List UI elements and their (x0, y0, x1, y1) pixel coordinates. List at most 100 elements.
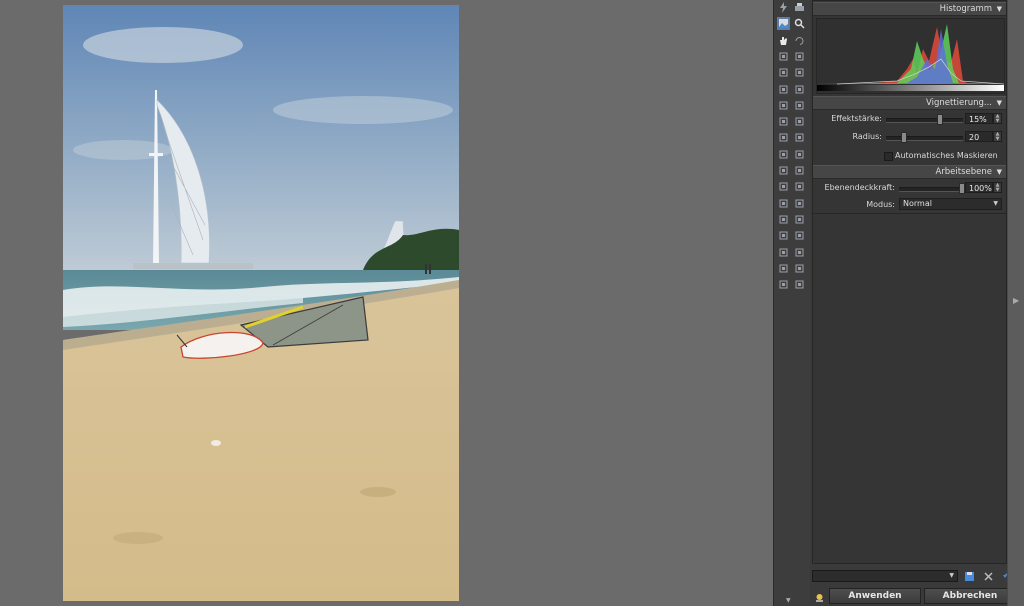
chevron-down-icon: ▼ (949, 572, 954, 579)
mode-select-value: Normal (903, 199, 932, 208)
grid-tool[interactable] (777, 50, 790, 63)
color-select-icon (795, 199, 804, 208)
lightning-icon (780, 2, 787, 13)
panel-collapse-strip[interactable]: ▶ (1007, 0, 1024, 606)
brush-tool[interactable] (777, 131, 790, 144)
brush-icon (779, 133, 788, 142)
section-divider (813, 213, 1006, 214)
mode-select[interactable]: Normal ▼ (899, 198, 1002, 210)
crop-tool[interactable] (793, 66, 806, 79)
frame-tool[interactable] (777, 83, 790, 96)
grid-icon (779, 52, 788, 61)
radius-label: Radius: (852, 132, 882, 141)
lightning-tool[interactable] (777, 1, 790, 14)
color-select-tool[interactable] (793, 197, 806, 210)
line-icon (779, 264, 788, 273)
gallery-tool[interactable] (793, 278, 806, 291)
rotate-tool[interactable] (793, 34, 806, 47)
zoom-tool[interactable] (793, 17, 806, 30)
histogram-header[interactable]: Histogramm ▼ (813, 2, 1006, 16)
lasso-tool[interactable] (777, 180, 790, 193)
print-icon (795, 3, 804, 11)
text-frame-tool[interactable] (793, 83, 806, 96)
hand-tool[interactable] (777, 34, 790, 47)
magic-wand-tool[interactable] (777, 213, 790, 226)
image-box-icon (795, 264, 804, 273)
dropper-tool[interactable] (793, 148, 806, 161)
eraser-icon (795, 117, 804, 126)
chevron-right-icon[interactable]: ▶ (1013, 296, 1019, 305)
pencil-tool[interactable] (777, 148, 790, 161)
box-tool[interactable] (777, 99, 790, 112)
clone-icon (779, 231, 788, 240)
beach-photo (63, 5, 459, 601)
cancel-button[interactable]: Abbrechen (924, 588, 1016, 604)
free-select-icon (779, 199, 788, 208)
side-panel: Histogramm ▼ Vignettierung... ▼ Effektst… (810, 0, 1007, 606)
pen-icon (795, 215, 804, 224)
auto-mask-label: Automatisches Maskieren (895, 151, 998, 160)
marquee-tool[interactable] (793, 164, 806, 177)
layers-tool[interactable] (777, 66, 790, 79)
vignette-header[interactable]: Vignettierung... ▼ (813, 96, 1006, 110)
apply-button[interactable]: Anwenden (829, 588, 921, 604)
chevron-down-icon[interactable]: ▼ (997, 166, 1002, 178)
strength-slider[interactable] (886, 118, 963, 123)
preview-toggle-button[interactable] (812, 590, 826, 604)
wand-tool[interactable] (793, 131, 806, 144)
strength-slider-thumb[interactable] (937, 114, 943, 125)
strength-input[interactable]: 15% (965, 113, 993, 124)
marquee-icon (795, 166, 804, 175)
strength-spinner[interactable]: ▲ ▼ (993, 113, 1002, 124)
film-tool[interactable] (777, 278, 790, 291)
chevron-down-icon: ▼ (993, 200, 998, 207)
radius-slider-thumb[interactable] (901, 132, 907, 143)
image-tool[interactable] (777, 17, 790, 31)
stamp-tool[interactable] (777, 115, 790, 128)
radius-slider[interactable] (886, 136, 963, 141)
opacity-slider[interactable] (899, 187, 963, 192)
smudge-icon (779, 166, 788, 175)
blend-tool[interactable] (793, 246, 806, 259)
save-preset-button[interactable] (963, 570, 976, 583)
poly-lasso-icon (795, 182, 804, 191)
radius-input[interactable]: 20 (965, 131, 993, 142)
save-icon (965, 572, 974, 581)
vignette-title: Vignettierung... (925, 98, 992, 108)
layer-header[interactable]: Arbeitsebene ▼ (813, 165, 1006, 179)
preset-select[interactable]: ▼ (812, 570, 958, 582)
poly-lasso-tool[interactable] (793, 180, 806, 193)
layers-icon (779, 68, 788, 77)
frame-icon (779, 85, 788, 93)
line-tool[interactable] (777, 262, 790, 275)
chevron-down-icon[interactable]: ▼ (997, 97, 1002, 109)
dropper-icon (795, 150, 804, 159)
chevron-down-icon[interactable]: ▼ (997, 3, 1002, 15)
calc-tool[interactable] (793, 50, 806, 63)
eraser-tool[interactable] (793, 115, 806, 128)
opacity-spinner[interactable]: ▲ ▼ (993, 182, 1002, 193)
delete-icon (984, 572, 993, 581)
histogram-chart (816, 18, 1005, 94)
image-box-tool[interactable] (793, 262, 806, 275)
link-tool[interactable] (793, 99, 806, 112)
strength-label: Effektstärke: (831, 114, 882, 123)
delete-preset-button[interactable] (982, 570, 995, 583)
print-tool[interactable] (793, 1, 806, 14)
smudge-tool[interactable] (777, 164, 790, 177)
chevron-down-icon[interactable]: ▼ (786, 597, 791, 604)
free-select-tool[interactable] (777, 197, 790, 210)
pencil-icon (779, 150, 788, 159)
lasso-icon (779, 182, 788, 191)
transform-tool[interactable] (793, 229, 806, 242)
auto-mask-checkbox[interactable] (884, 152, 893, 161)
rotate-icon (795, 36, 804, 45)
layer-title: Arbeitsebene (935, 167, 992, 177)
circle-tool[interactable] (777, 246, 790, 259)
opacity-input[interactable]: 100% (965, 182, 993, 193)
mode-label: Modus: (866, 200, 895, 209)
pen-tool[interactable] (793, 213, 806, 226)
clone-tool[interactable] (777, 229, 790, 242)
radius-spinner[interactable]: ▲ ▼ (993, 131, 1002, 142)
photo-canvas[interactable] (63, 5, 459, 601)
